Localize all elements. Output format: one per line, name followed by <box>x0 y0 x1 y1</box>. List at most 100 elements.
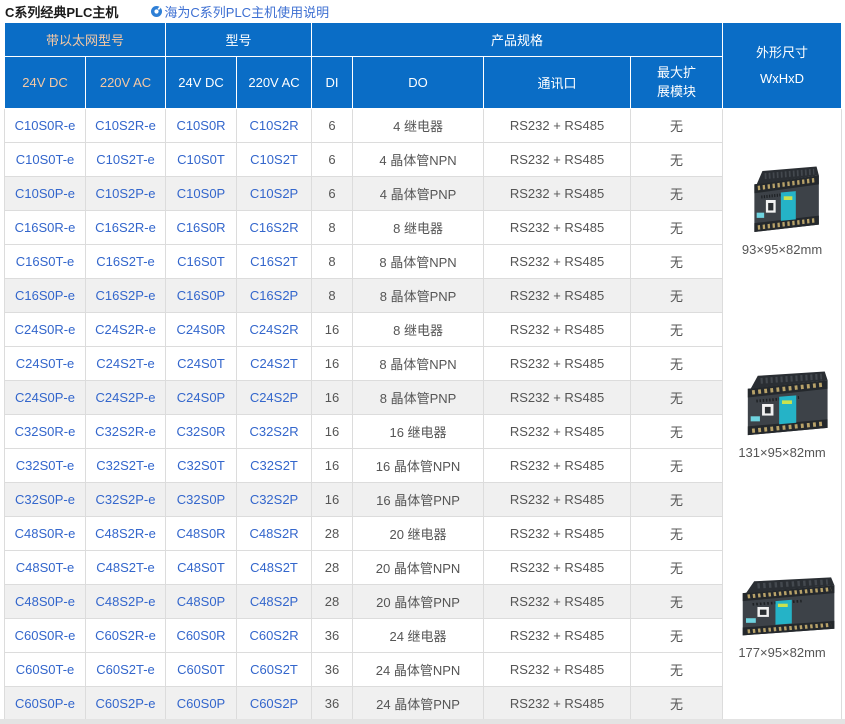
header-do: DO <box>353 57 484 109</box>
header-models: 型号 <box>166 23 312 57</box>
model-link-24vdc[interactable]: C24S0P <box>166 381 237 415</box>
model-link-24vdc[interactable]: C32S0P <box>166 483 237 517</box>
model-link-24vdc[interactable]: C10S0P <box>166 177 237 211</box>
product-block-small: 93×95×82mm <box>723 109 841 313</box>
table-row: C10S0R-eC10S2R-eC10S0RC10S2R64 继电器RS232 … <box>5 109 842 143</box>
table-row: C24S0P-eC24S2P-eC24S0PC24S2P168 晶体管PNPRS… <box>5 381 842 415</box>
model-link-24vdc[interactable]: C60S0R <box>166 619 237 653</box>
plc-product-image-small <box>744 165 820 235</box>
model-link-24vdc[interactable]: C16S0P <box>166 279 237 313</box>
model-link-eth-24vdc[interactable]: C24S0P-e <box>5 381 86 415</box>
model-link-eth-220vac[interactable]: C60S2P-e <box>86 687 166 721</box>
model-link-eth-24vdc[interactable]: C16S0T-e <box>5 245 86 279</box>
model-link-220vac[interactable]: C32S2T <box>237 449 312 483</box>
model-link-220vac[interactable]: C48S2R <box>237 517 312 551</box>
model-link-220vac[interactable]: C60S2R <box>237 619 312 653</box>
model-link-eth-220vac[interactable]: C32S2R-e <box>86 415 166 449</box>
model-link-eth-220vac[interactable]: C24S2P-e <box>86 381 166 415</box>
model-link-24vdc[interactable]: C48S0P <box>166 585 237 619</box>
model-link-eth-24vdc[interactable]: C32S0T-e <box>5 449 86 483</box>
model-link-eth-24vdc[interactable]: C60S0P-e <box>5 687 86 721</box>
model-link-eth-220vac[interactable]: C32S2T-e <box>86 449 166 483</box>
model-link-220vac[interactable]: C10S2R <box>237 109 312 143</box>
model-link-24vdc[interactable]: C60S0P <box>166 687 237 721</box>
product-dimensions: 131×95×82mm <box>738 445 825 460</box>
model-link-eth-24vdc[interactable]: C24S0R-e <box>5 313 86 347</box>
model-link-220vac[interactable]: C48S2T <box>237 551 312 585</box>
model-link-24vdc[interactable]: C32S0R <box>166 415 237 449</box>
model-link-24vdc[interactable]: C16S0R <box>166 211 237 245</box>
max-expansion-value: 无 <box>631 381 723 415</box>
model-link-eth-24vdc[interactable]: C60S0T-e <box>5 653 86 687</box>
model-link-eth-24vdc[interactable]: C16S0P-e <box>5 279 86 313</box>
model-link-eth-24vdc[interactable]: C48S0R-e <box>5 517 86 551</box>
di-value: 8 <box>312 211 353 245</box>
model-link-220vac[interactable]: C16S2R <box>237 211 312 245</box>
model-link-24vdc[interactable]: C48S0R <box>166 517 237 551</box>
model-link-24vdc[interactable]: C16S0T <box>166 245 237 279</box>
do-value: 24 晶体管PNP <box>353 687 484 721</box>
model-link-24vdc[interactable]: C32S0T <box>166 449 237 483</box>
model-link-220vac[interactable]: C60S2P <box>237 687 312 721</box>
model-link-eth-24vdc[interactable]: C16S0R-e <box>5 211 86 245</box>
model-link-eth-220vac[interactable]: C48S2T-e <box>86 551 166 585</box>
di-value: 16 <box>312 415 353 449</box>
model-link-eth-220vac[interactable]: C60S2T-e <box>86 653 166 687</box>
model-link-eth-220vac[interactable]: C24S2T-e <box>86 347 166 381</box>
model-link-eth-220vac[interactable]: C10S2T-e <box>86 143 166 177</box>
model-link-220vac[interactable]: C60S2T <box>237 653 312 687</box>
di-value: 28 <box>312 517 353 551</box>
page: C系列经典PLC主机 海为C系列PLC主机使用说明 带以太网型号 型号 产品规格 <box>0 0 845 724</box>
model-link-220vac[interactable]: C32S2P <box>237 483 312 517</box>
table-row: C32S0R-eC32S2R-eC32S0RC32S2R1616 继电器RS23… <box>5 415 842 449</box>
model-link-eth-24vdc[interactable]: C48S0T-e <box>5 551 86 585</box>
do-value: 8 继电器 <box>353 313 484 347</box>
model-link-24vdc[interactable]: C60S0T <box>166 653 237 687</box>
model-link-eth-24vdc[interactable]: C10S0P-e <box>5 177 86 211</box>
model-link-eth-24vdc[interactable]: C60S0R-e <box>5 619 86 653</box>
model-link-24vdc[interactable]: C24S0T <box>166 347 237 381</box>
table-row: C48S0R-eC48S2R-eC48S0RC48S2R2820 继电器RS23… <box>5 517 842 551</box>
model-link-eth-220vac[interactable]: C10S2P-e <box>86 177 166 211</box>
model-link-eth-220vac[interactable]: C16S2R-e <box>86 211 166 245</box>
model-link-220vac[interactable]: C24S2T <box>237 347 312 381</box>
do-value: 4 晶体管NPN <box>353 143 484 177</box>
model-link-eth-220vac[interactable]: C32S2P-e <box>86 483 166 517</box>
model-link-eth-220vac[interactable]: C48S2R-e <box>86 517 166 551</box>
model-link-220vac[interactable]: C32S2R <box>237 415 312 449</box>
model-link-eth-220vac[interactable]: C48S2P-e <box>86 585 166 619</box>
model-link-24vdc[interactable]: C10S0T <box>166 143 237 177</box>
di-value: 8 <box>312 245 353 279</box>
comm-port-value: RS232 + RS485 <box>484 245 631 279</box>
model-link-eth-220vac[interactable]: C16S2P-e <box>86 279 166 313</box>
model-link-220vac[interactable]: C24S2R <box>237 313 312 347</box>
model-link-eth-220vac[interactable]: C24S2R-e <box>86 313 166 347</box>
max-expansion-value: 无 <box>631 245 723 279</box>
do-value: 24 晶体管NPN <box>353 653 484 687</box>
table-row: C16S0T-eC16S2T-eC16S0TC16S2T88 晶体管NPNRS2… <box>5 245 842 279</box>
model-link-eth-24vdc[interactable]: C32S0P-e <box>5 483 86 517</box>
model-link-eth-220vac[interactable]: C10S2R-e <box>86 109 166 143</box>
model-link-220vac[interactable]: C16S2T <box>237 245 312 279</box>
header-max-expansion: 最大扩展模块 <box>631 57 723 109</box>
model-link-220vac[interactable]: C24S2P <box>237 381 312 415</box>
header-product-specs: 产品规格 <box>312 23 723 57</box>
model-link-eth-24vdc[interactable]: C10S0T-e <box>5 143 86 177</box>
model-link-eth-220vac[interactable]: C60S2R-e <box>86 619 166 653</box>
model-link-220vac[interactable]: C10S2P <box>237 177 312 211</box>
model-link-eth-24vdc[interactable]: C32S0R-e <box>5 415 86 449</box>
di-value: 16 <box>312 483 353 517</box>
model-link-eth-24vdc[interactable]: C48S0P-e <box>5 585 86 619</box>
model-link-220vac[interactable]: C48S2P <box>237 585 312 619</box>
model-link-eth-220vac[interactable]: C16S2T-e <box>86 245 166 279</box>
model-link-220vac[interactable]: C10S2T <box>237 143 312 177</box>
model-link-24vdc[interactable]: C48S0T <box>166 551 237 585</box>
usage-doc-link[interactable]: 海为C系列PLC主机使用说明 <box>151 2 329 21</box>
plc-product-image-medium <box>735 370 829 438</box>
model-link-24vdc[interactable]: C24S0R <box>166 313 237 347</box>
model-link-eth-24vdc[interactable]: C24S0T-e <box>5 347 86 381</box>
model-link-220vac[interactable]: C16S2P <box>237 279 312 313</box>
model-link-24vdc[interactable]: C10S0R <box>166 109 237 143</box>
model-link-eth-24vdc[interactable]: C10S0R-e <box>5 109 86 143</box>
di-value: 16 <box>312 449 353 483</box>
